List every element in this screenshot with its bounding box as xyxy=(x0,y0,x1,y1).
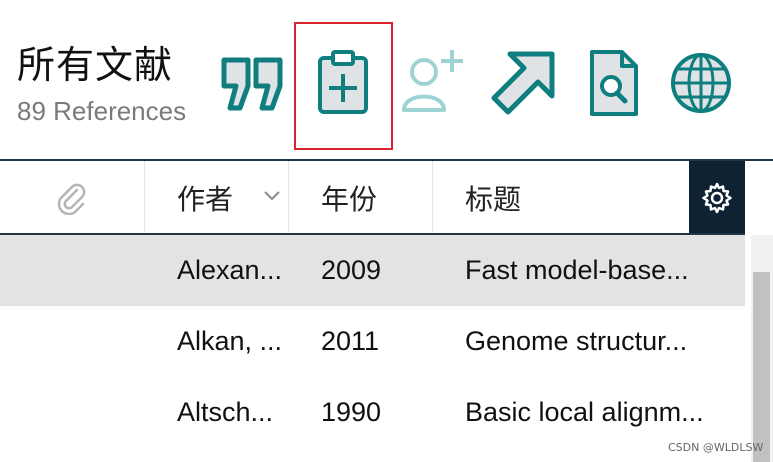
row-title: Genome structur... xyxy=(465,326,688,356)
row-title: Fast model-base... xyxy=(465,255,689,285)
highlight-box xyxy=(294,22,393,150)
user-plus-icon xyxy=(402,50,463,112)
arrow-up-right-icon xyxy=(491,51,555,115)
table-row[interactable]: Alexan... 2009 Fast model-base... xyxy=(0,235,745,306)
share-with-user-button[interactable] xyxy=(398,48,468,118)
paperclip-icon xyxy=(57,183,86,215)
row-author: Alexan... xyxy=(177,255,283,285)
column-settings-button[interactable] xyxy=(689,161,745,235)
author-column-label: 作者 xyxy=(177,182,234,216)
online-search-button[interactable] xyxy=(666,48,736,118)
insert-citation-button[interactable] xyxy=(218,48,288,118)
table-row[interactable]: Alkan, ... 2011 Genome structur... xyxy=(0,306,745,377)
title-column-label: 标题 xyxy=(465,182,522,216)
row-author: Altsch... xyxy=(177,397,274,427)
title-column-header[interactable]: 标题 xyxy=(433,161,689,234)
chevron-down-icon[interactable] xyxy=(263,190,281,202)
year-column-label: 年份 xyxy=(321,182,378,216)
year-column-header[interactable]: 年份 xyxy=(289,161,433,234)
row-author: Alkan, ... xyxy=(177,326,283,356)
scrollbar-thumb[interactable] xyxy=(753,272,770,462)
quote-icon xyxy=(221,57,283,111)
author-column-header[interactable]: 作者 xyxy=(145,161,289,234)
column-header-row: 作者 年份 标题 xyxy=(0,161,745,234)
library-header: 所有文献 89 References xyxy=(0,0,773,159)
row-year: 2011 xyxy=(321,326,380,356)
row-year: 2009 xyxy=(321,255,382,285)
page-title: 所有文献 xyxy=(17,43,174,87)
document-search-icon xyxy=(590,50,638,116)
reference-count: 89 References xyxy=(17,96,187,126)
row-year: 1990 xyxy=(321,397,382,427)
watermark: CSDN @WLDLSW xyxy=(668,441,764,454)
export-button[interactable] xyxy=(488,48,558,118)
find-pdf-button[interactable] xyxy=(578,48,648,118)
attachment-column-header[interactable] xyxy=(0,161,145,234)
gear-icon xyxy=(702,182,732,214)
row-title: Basic local alignm... xyxy=(465,397,704,427)
table-row[interactable]: Altsch... 1990 Basic local alignm... xyxy=(0,377,745,448)
globe-icon xyxy=(671,53,731,113)
